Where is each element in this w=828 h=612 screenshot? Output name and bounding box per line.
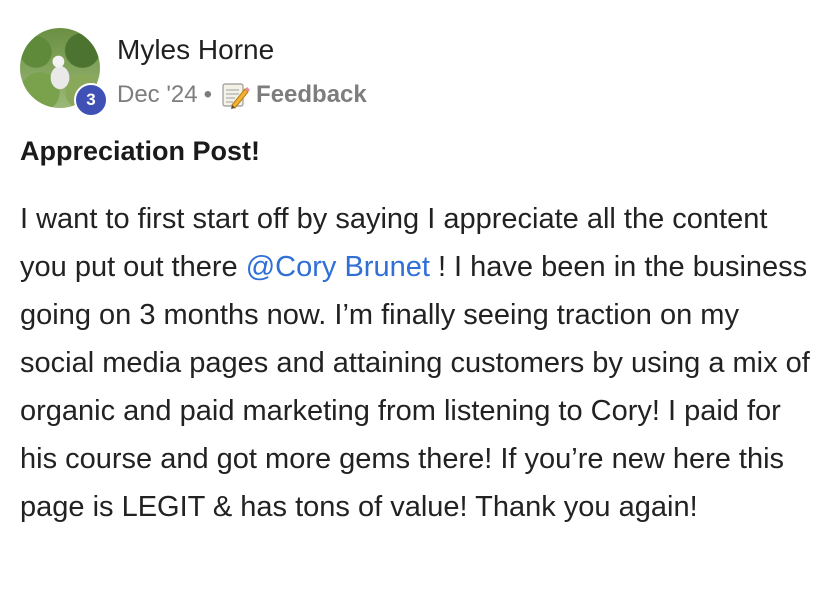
mention-link[interactable]: @Cory Brunet: [246, 251, 430, 283]
post-meta: Dec '24 • Feedback: [117, 80, 367, 110]
post-body: I want to first start off by saying I ap…: [20, 195, 815, 531]
post-date[interactable]: Dec '24: [117, 81, 198, 109]
meta-separator: •: [203, 81, 213, 108]
memo-pencil-icon: [220, 80, 251, 110]
post-body-text-2: ! I have been in the business going on 3…: [20, 251, 810, 523]
author-name[interactable]: Myles Horne: [117, 34, 274, 66]
category-label[interactable]: Feedback: [256, 81, 367, 109]
level-badge: 3: [74, 83, 108, 117]
post-title: Appreciation Post!: [20, 136, 261, 166]
post-header: 3 Myles Horne Dec '24 • Feedback: [20, 26, 800, 117]
